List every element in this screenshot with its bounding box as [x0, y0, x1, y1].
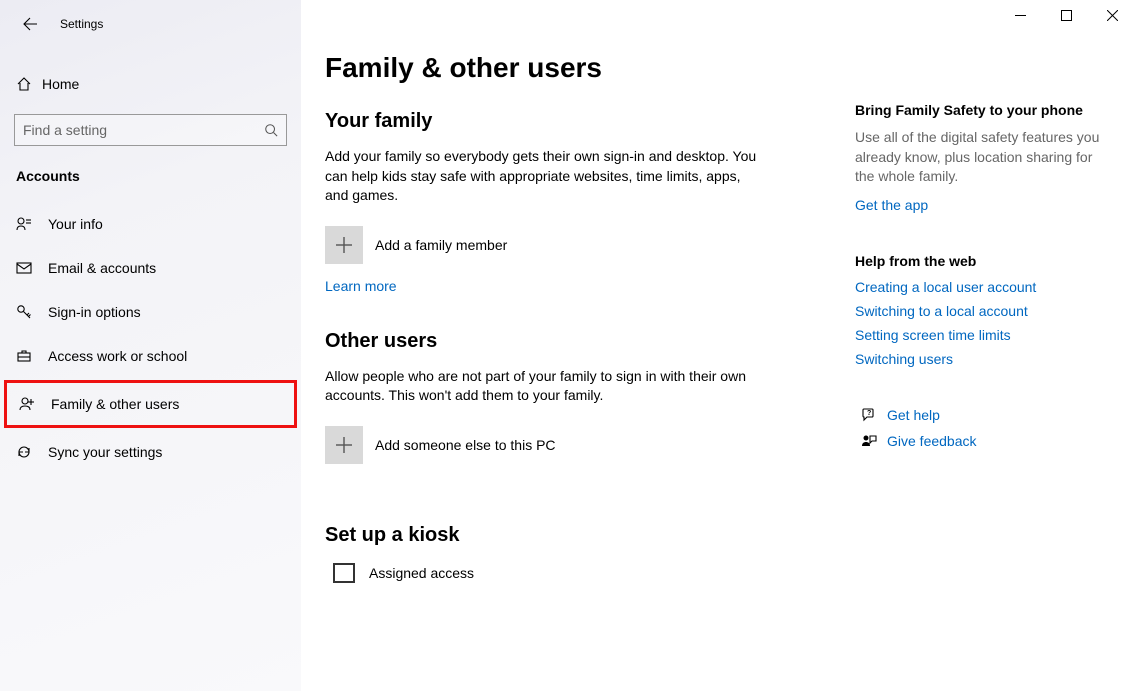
search-wrap [0, 104, 301, 146]
sidebar: Settings Home Accounts Your info Email & [0, 0, 301, 691]
aside-help-web: Help from the web Creating a local user … [855, 253, 1105, 367]
assigned-access-row[interactable]: Assigned access [325, 563, 825, 583]
sidebar-home-label: Home [42, 76, 79, 92]
get-help-row[interactable]: ? Get help [855, 407, 1105, 423]
main: Family & other users Your family Add you… [301, 0, 1135, 691]
close-icon [1107, 10, 1118, 21]
sidebar-item-sync[interactable]: Sync your settings [0, 430, 301, 474]
search-input[interactable] [23, 122, 264, 138]
search-icon [264, 123, 278, 137]
sync-icon [16, 444, 42, 460]
search-box[interactable] [14, 114, 287, 146]
sidebar-item-label: Access work or school [48, 348, 187, 364]
plus-icon [335, 436, 353, 454]
window-controls [997, 0, 1135, 30]
aside-family-safety: Bring Family Safety to your phone Use al… [855, 102, 1105, 213]
sidebar-home[interactable]: Home [0, 64, 301, 104]
plus-icon [335, 236, 353, 254]
add-family-label: Add a family member [375, 237, 507, 253]
back-button[interactable] [14, 8, 46, 40]
add-someone-label: Add someone else to this PC [375, 437, 556, 453]
sidebar-item-label: Family & other users [51, 396, 179, 412]
sidebar-item-label: Email & accounts [48, 260, 156, 276]
titlebar-left: Settings [0, 8, 301, 40]
aside-webhelp-title: Help from the web [855, 253, 1105, 269]
plus-tile [325, 226, 363, 264]
webhelp-link-3[interactable]: Switching users [855, 351, 1105, 367]
checkbox-icon [333, 563, 355, 583]
app-title: Settings [60, 17, 103, 31]
sidebar-item-family[interactable]: Family & other users [4, 380, 297, 428]
briefcase-icon [16, 348, 42, 364]
mail-icon [16, 260, 42, 276]
sidebar-section-header: Accounts [0, 146, 301, 192]
svg-text:?: ? [867, 410, 871, 417]
key-icon [16, 304, 42, 320]
feedback-icon [855, 433, 883, 449]
get-app-link[interactable]: Get the app [855, 197, 928, 213]
kiosk-heading: Set up a kiosk [325, 524, 825, 547]
plus-tile [325, 426, 363, 464]
person-card-icon [16, 216, 42, 232]
section-other-users: Other users Allow people who are not par… [325, 330, 825, 464]
family-desc: Add your family so everybody gets their … [325, 147, 765, 206]
sidebar-item-your-info[interactable]: Your info [0, 202, 301, 246]
aside: Bring Family Safety to your phone Use al… [855, 52, 1105, 691]
feedback-row[interactable]: Give feedback [855, 433, 1105, 449]
content-column: Family & other users Your family Add you… [325, 52, 825, 691]
home-icon [16, 76, 42, 92]
aside-safety-title: Bring Family Safety to your phone [855, 102, 1105, 118]
webhelp-link-1[interactable]: Switching to a local account [855, 303, 1105, 319]
sidebar-item-label: Your info [48, 216, 103, 232]
arrow-left-icon [22, 16, 38, 32]
aside-safety-desc: Use all of the digital safety features y… [855, 128, 1105, 187]
feedback-link[interactable]: Give feedback [887, 433, 977, 449]
aside-support: ? Get help Give feedback [855, 407, 1105, 449]
other-heading: Other users [325, 330, 825, 353]
sidebar-item-email[interactable]: Email & accounts [0, 246, 301, 290]
webhelp-link-2[interactable]: Setting screen time limits [855, 327, 1105, 343]
maximize-button[interactable] [1043, 0, 1089, 30]
sidebar-item-work[interactable]: Access work or school [0, 334, 301, 378]
sidebar-item-signin[interactable]: Sign-in options [0, 290, 301, 334]
learn-more-link[interactable]: Learn more [325, 278, 397, 294]
people-add-icon [19, 396, 45, 412]
sidebar-item-label: Sync your settings [48, 444, 162, 460]
get-help-link[interactable]: Get help [887, 407, 940, 423]
sidebar-item-label: Sign-in options [48, 304, 141, 320]
page-title: Family & other users [325, 52, 825, 84]
section-kiosk: Set up a kiosk Assigned access [325, 524, 825, 583]
family-heading: Your family [325, 110, 825, 133]
webhelp-link-0[interactable]: Creating a local user account [855, 279, 1105, 295]
assigned-access-label: Assigned access [369, 565, 474, 581]
nav-list: Your info Email & accounts Sign-in optio… [0, 202, 301, 474]
other-desc: Allow people who are not part of your fa… [325, 367, 765, 406]
add-someone-button[interactable]: Add someone else to this PC [325, 426, 825, 464]
help-icon: ? [855, 407, 883, 423]
maximize-icon [1061, 10, 1072, 21]
minimize-button[interactable] [997, 0, 1043, 30]
add-family-member-button[interactable]: Add a family member [325, 226, 825, 264]
close-button[interactable] [1089, 0, 1135, 30]
section-your-family: Your family Add your family so everybody… [325, 110, 825, 294]
minimize-icon [1015, 10, 1026, 21]
